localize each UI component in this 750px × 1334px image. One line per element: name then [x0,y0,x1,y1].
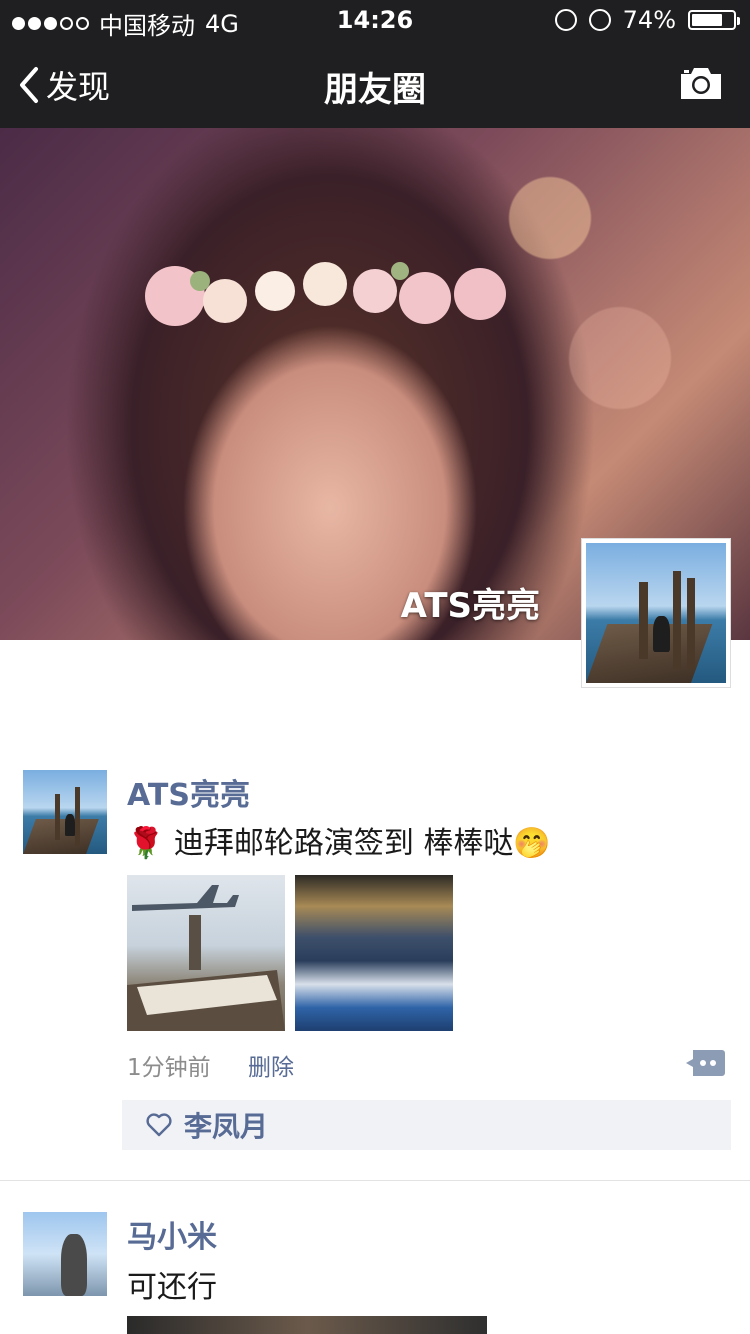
post-time: 1分钟前 [127,1055,211,1081]
heart-icon [146,1113,172,1137]
nav-bar: 发现 朋友圈 [0,40,750,128]
post-image[interactable] [127,875,285,1031]
post-avatar[interactable] [23,770,107,854]
airplane-icon [127,885,285,1031]
comment-menu-icon[interactable] [685,1048,725,1078]
rotation-lock-icon [554,9,577,31]
status-right: 74% [554,6,740,34]
page-title: 朋友圈 [324,70,426,110]
cover-user-name: ATS亮亮 [400,586,540,626]
battery-percent: 74% [622,6,676,34]
post-text: 🌹 迪拜邮轮路演签到 棒棒哒🤭 [127,826,551,861]
post-author-name[interactable]: 马小米 [127,1212,217,1256]
post-image[interactable] [295,875,453,1031]
camera-icon[interactable] [678,64,724,102]
liker-name[interactable]: 李凤月 [184,1105,268,1145]
post-avatar[interactable] [23,1212,107,1296]
status-bar: 中国移动 4G 14:26 74% [0,0,750,40]
post-divider [0,1180,750,1181]
alarm-icon [588,9,611,31]
post-text: 可还行 [127,1270,217,1305]
cover-avatar[interactable] [581,538,731,688]
delete-button[interactable]: 删除 [248,1048,294,1082]
battery-level-fill [692,14,722,26]
post-image[interactable] [127,1316,487,1334]
moment-post: 马小米 可还行 [0,1212,750,1334]
post-author-name[interactable]: ATS亮亮 [127,770,250,814]
flower-crown-icon [145,262,506,326]
battery-icon [688,10,740,30]
likes-section: 李凤月 [122,1100,731,1150]
